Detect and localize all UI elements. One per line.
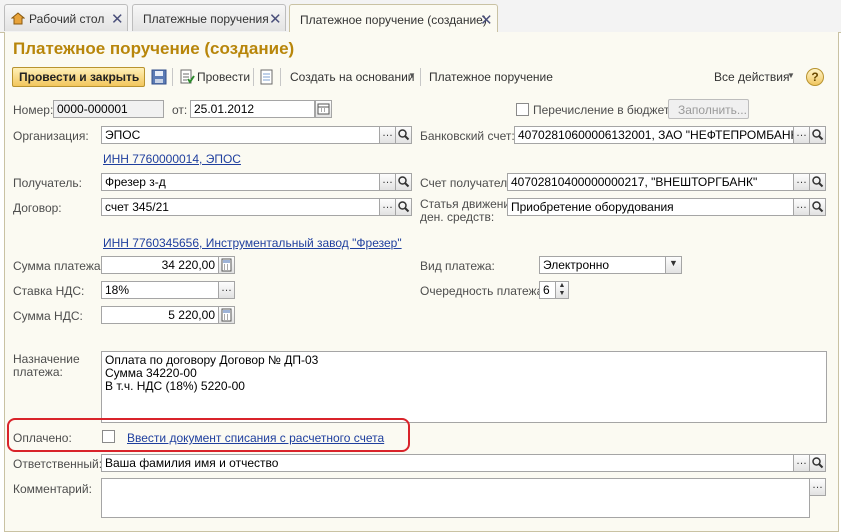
select-button[interactable]: … [379,173,396,191]
vat-amount-label: Сумма НДС: [13,309,83,323]
create-based-on-button[interactable]: Создать на основании [290,70,415,84]
search-icon[interactable] [395,126,412,144]
desktop-icon [11,12,25,25]
date-field[interactable]: 25.01.2012 [190,100,315,118]
organization-label: Организация: [13,129,89,143]
enter-writeoff-document-link[interactable]: Ввести документ списания с расчетного сч… [127,431,384,445]
purpose-line: В т.ч. НДС (18%) 5220-00 [105,379,245,393]
calculator-icon[interactable] [218,306,235,324]
select-button[interactable]: … [793,454,810,472]
close-icon[interactable]: ✕ [111,10,124,28]
tab-payment-order-create[interactable]: Платежное поручение (создание) ✕ [289,4,498,33]
tab-payment-orders[interactable]: Платежные поручения ✕ [132,4,286,31]
search-icon[interactable] [809,454,826,472]
recipient-account-field[interactable]: 40702810400000000217, "ВНЕШТОРГБАНК" [507,173,794,191]
chevron-down-icon: ▼ [787,71,795,80]
select-button[interactable]: … [793,173,810,191]
purpose-label: платежа: [13,365,63,379]
payment-order-print-button[interactable]: Платежное поручение [429,70,553,84]
fill-button[interactable]: Заполнить... [668,99,749,119]
save-icon[interactable] [151,69,167,85]
bank-account-label: Банковский счет: [420,129,515,143]
amount-field[interactable]: 34 220,00 [101,256,219,274]
tab-label: Платежное поручение (создание) [300,13,487,27]
comment-label: Комментарий: [13,482,92,496]
chevron-down-icon: ▼ [408,71,416,80]
select-button[interactable]: … [793,198,810,216]
chevron-down-icon[interactable]: ▼ [665,256,682,274]
payment-type-label: Вид платежа: [420,259,495,273]
organization-field[interactable]: ЭПОС [101,126,380,144]
tab-bar: Рабочий стол ✕ Платежные поручения ✕ Пла… [0,0,841,33]
close-icon[interactable]: ✕ [480,11,493,29]
search-icon[interactable] [395,198,412,216]
calendar-icon[interactable] [315,100,332,118]
responsible-label: Ответственный: [13,457,103,471]
budget-transfer-label: Перечисление в бюджет [533,103,670,117]
date-label: от: [172,103,188,117]
post-and-close-button[interactable]: Провести и закрыть [12,67,145,87]
cash-flow-field[interactable]: Приобретение оборудования [507,198,794,216]
calculator-icon[interactable] [218,256,235,274]
select-button[interactable]: … [379,198,396,216]
priority-field[interactable]: 6 [539,281,556,299]
vat-rate-field[interactable]: 18% [101,281,219,299]
vat-amount-field[interactable]: 5 220,00 [101,306,219,324]
priority-label: Очередность платежа: [420,284,547,298]
payment-type-select[interactable]: Электронно [539,256,666,274]
recipient-account-label: Счет получателя: [420,176,517,190]
comment-textarea[interactable] [101,478,810,518]
recipient-inn-link[interactable]: ИНН 7760345656, Инструментальный завод "… [103,236,402,250]
amount-label: Сумма платежа: [13,259,104,273]
tab-desktop[interactable]: Рабочий стол ✕ [4,4,128,31]
help-button[interactable]: ? [806,68,824,86]
budget-transfer-checkbox[interactable] [516,103,529,116]
contract-field[interactable]: счет 345/21 [101,198,380,216]
select-button[interactable]: … [793,126,810,144]
search-icon[interactable] [395,173,412,191]
recipient-field[interactable]: Фрезер з-д [101,173,380,191]
post-button[interactable]: Провести [197,70,250,84]
all-actions-button[interactable]: Все действия [714,70,789,84]
select-button[interactable]: … [218,281,235,299]
purpose-textarea[interactable]: Оплата по договору Договор № ДП-03 Сумма… [101,351,827,423]
tab-label: Рабочий стол [29,12,105,26]
tab-label: Платежные поручения [143,12,269,26]
purpose-label: Назначение [13,352,80,366]
contract-label: Договор: [13,201,62,215]
number-label: Номер: [13,103,54,117]
document-icon[interactable] [260,69,274,85]
close-icon[interactable]: ✕ [269,10,282,28]
priority-stepper[interactable]: ▲ ▼ [555,281,569,299]
search-icon[interactable] [809,198,826,216]
organization-inn-link[interactable]: ИНН 7760000014, ЭПОС [103,152,241,166]
vat-rate-label: Ставка НДС: [13,284,85,298]
select-button[interactable]: … [809,478,826,496]
paid-label: Оплачено: [13,431,72,445]
paid-checkbox[interactable] [102,430,115,443]
recipient-label: Получатель: [13,176,82,190]
post-icon [179,69,195,85]
page-title: Платежное поручение (создание) [13,39,295,58]
cash-flow-label: ден. средств: [420,210,495,224]
purpose-line: Оплата по договору Договор № ДП-03 [105,353,319,367]
responsible-field[interactable]: Ваша фамилия имя и отчество [101,454,794,472]
number-field[interactable]: 0000-000001 [53,100,164,118]
bank-account-field[interactable]: 40702810600006132001, ЗАО "НЕФТЕПРОМБАНК… [514,126,794,144]
cash-flow-label: Статья движения [420,197,517,211]
search-icon[interactable] [809,126,826,144]
search-icon[interactable] [809,173,826,191]
select-button[interactable]: … [379,126,396,144]
